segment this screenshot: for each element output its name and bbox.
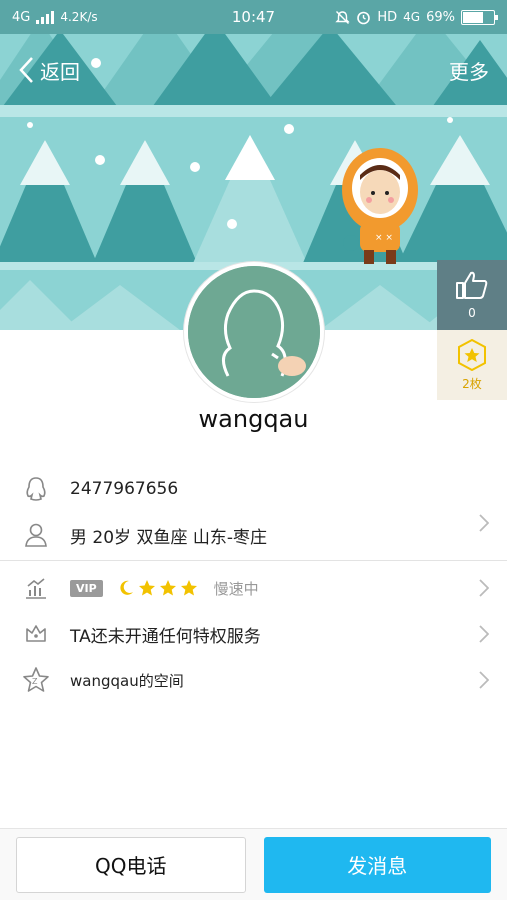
more-button[interactable]: 更多 <box>449 56 489 85</box>
hd-indicator: HD <box>377 9 398 25</box>
section-divider <box>0 560 507 561</box>
chevron-right-icon <box>479 625 489 643</box>
bottom-action-bar: QQ电话 发消息 <box>0 828 507 900</box>
default-avatar-silhouette <box>188 266 320 398</box>
privilege-label: TA还未开通任何特权服务 <box>70 626 261 647</box>
star-icon <box>138 580 155 596</box>
status-bar: 4G 4.2K/s 10:47 HD 4G 69% <box>0 0 507 34</box>
qq-number: 2477967656 <box>70 479 179 499</box>
back-label: 返回 <box>40 59 80 84</box>
alarm-icon <box>357 11 371 24</box>
like-button[interactable]: 0 <box>437 260 507 330</box>
space-row[interactable]: Z wangqau的空间 <box>0 657 507 703</box>
coin-label: 2枚 <box>462 376 482 391</box>
svg-text:× ×: × × <box>375 233 393 243</box>
chevron-right-icon <box>479 671 489 689</box>
mute-bell-icon <box>335 10 351 24</box>
personal-details: 男 20岁 双鱼座 山东-枣庄 <box>70 527 267 548</box>
chevron-left-icon <box>19 57 33 83</box>
person-icon <box>25 523 47 547</box>
vip-badge: VIP <box>70 579 103 597</box>
space-label: wangqau的空间 <box>70 671 184 690</box>
penguin-icon <box>26 477 46 501</box>
battery-percent: 69% <box>426 9 455 25</box>
network-type-2: 4G <box>403 10 421 24</box>
chevron-right-icon <box>479 514 489 532</box>
top-navigation: 返回 更多 <box>0 34 507 106</box>
star-badge-icon <box>458 338 486 371</box>
username: wangqau <box>198 405 309 433</box>
qzone-star-icon: Z <box>23 667 49 692</box>
side-panel: 0 2枚 <box>437 260 507 400</box>
like-count: 0 <box>468 306 476 320</box>
star-icon <box>159 580 176 596</box>
thumbs-up-icon <box>456 271 488 299</box>
qq-call-button[interactable]: QQ电话 <box>16 836 246 893</box>
profile-info: 2477967656 男 20岁 双鱼座 山东-枣庄 VIP 慢速中 TA还未开… <box>0 466 507 703</box>
level-stars <box>117 579 198 597</box>
svg-text:Z: Z <box>32 677 38 686</box>
moon-icon <box>120 580 133 595</box>
crown-icon <box>26 625 46 642</box>
coin-button[interactable]: 2枚 <box>437 330 507 400</box>
privilege-row[interactable]: TA还未开通任何特权服务 <box>0 611 507 657</box>
back-button[interactable]: 返回 <box>18 56 80 85</box>
personal-details-row[interactable]: 男 20岁 双鱼座 山东-枣庄 <box>0 512 507 558</box>
battery-icon <box>461 9 498 25</box>
speed-status: 慢速中 <box>213 579 259 598</box>
growth-chart-icon <box>26 578 46 599</box>
qq-number-row: 2477967656 <box>0 466 507 512</box>
send-message-button[interactable]: 发消息 <box>263 836 491 893</box>
chevron-right-icon <box>479 579 489 597</box>
avatar[interactable] <box>184 262 324 402</box>
vip-row[interactable]: VIP 慢速中 <box>0 565 507 611</box>
star-icon <box>180 580 197 596</box>
